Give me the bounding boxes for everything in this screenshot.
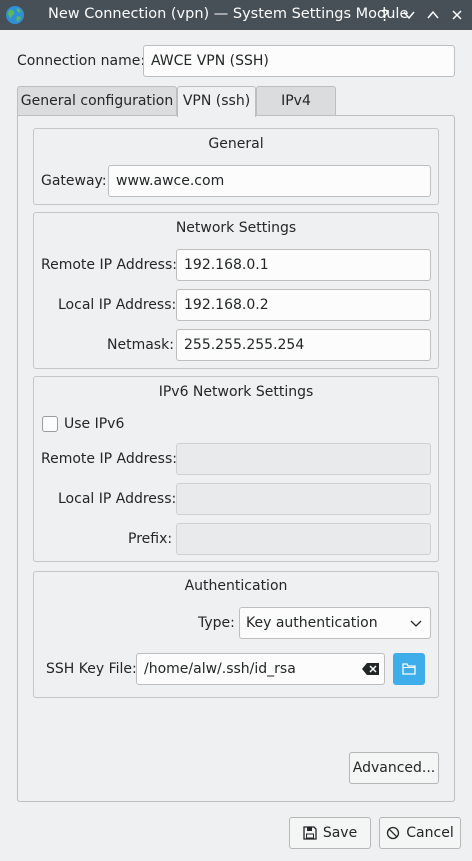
ipv6-prefix-label: Prefix:	[128, 531, 173, 547]
ipv6-remote-ip-input[interactable]	[176, 443, 431, 475]
use-ipv6-checkbox[interactable]	[42, 416, 58, 432]
save-icon	[303, 826, 317, 840]
gateway-label: Gateway:	[41, 173, 107, 189]
clear-text-icon[interactable]	[362, 662, 380, 676]
general-group-title: General	[208, 136, 264, 152]
remote-ip-label: Remote IP Address:	[41, 257, 177, 273]
ipv6-prefix-input[interactable]	[176, 523, 431, 555]
title-bar[interactable]: New Connection (vpn) — System Settings M…	[0, 0, 472, 30]
tab-general-configuration[interactable]: General configuration	[17, 86, 177, 116]
connection-name-input[interactable]: AWCE VPN (SSH)	[143, 45, 455, 77]
ipv6-local-ip-label: Local IP Address:	[58, 491, 177, 507]
help-button[interactable]: ?	[374, 4, 396, 26]
maximize-button[interactable]	[422, 4, 444, 26]
window-title: New Connection (vpn) — System Settings M…	[48, 6, 409, 22]
chevron-down-icon	[410, 620, 422, 627]
tab-vpn-ssh[interactable]: VPN (ssh)	[177, 86, 256, 117]
auth-type-value: Key authentication	[246, 615, 378, 631]
folder-icon	[402, 663, 416, 675]
ipv6-remote-ip-label: Remote IP Address:	[41, 451, 177, 467]
globe-icon	[6, 6, 24, 24]
chevron-down-icon	[403, 11, 415, 20]
connection-name-label: Connection name:	[17, 53, 146, 69]
local-ip-input[interactable]: 192.168.0.2	[176, 289, 431, 321]
gateway-input[interactable]: www.awce.com	[108, 165, 431, 197]
advanced-button[interactable]: Advanced...	[349, 752, 439, 784]
close-icon	[452, 10, 462, 20]
cancel-label: Cancel	[406, 825, 454, 841]
ipv6-settings-title: IPv6 Network Settings	[158, 384, 314, 400]
use-ipv6-label[interactable]: Use IPv6	[64, 416, 124, 432]
local-ip-label: Local IP Address:	[58, 297, 177, 313]
browse-folder-button[interactable]	[393, 653, 425, 685]
cancel-icon	[387, 826, 400, 840]
auth-type-label: Type:	[198, 615, 235, 631]
chevron-up-icon	[427, 10, 439, 19]
auth-type-select[interactable]: Key authentication	[239, 607, 431, 639]
tab-ipv4[interactable]: IPv4	[256, 86, 336, 116]
save-button[interactable]: Save	[289, 817, 371, 849]
netmask-label: Netmask:	[107, 337, 174, 353]
authentication-title: Authentication	[184, 578, 288, 594]
cancel-button[interactable]: Cancel	[379, 817, 461, 849]
save-label: Save	[322, 825, 358, 841]
network-settings-title: Network Settings	[175, 220, 297, 236]
netmask-input[interactable]: 255.255.255.254	[176, 329, 431, 361]
ssh-key-label: SSH Key File:	[46, 661, 137, 677]
close-button[interactable]	[446, 4, 468, 26]
ipv6-local-ip-input[interactable]	[176, 483, 431, 515]
ssh-key-input[interactable]: /home/alw/.ssh/id_rsa	[136, 653, 385, 685]
minimize-button[interactable]	[398, 4, 420, 26]
remote-ip-input[interactable]: 192.168.0.1	[176, 249, 431, 281]
